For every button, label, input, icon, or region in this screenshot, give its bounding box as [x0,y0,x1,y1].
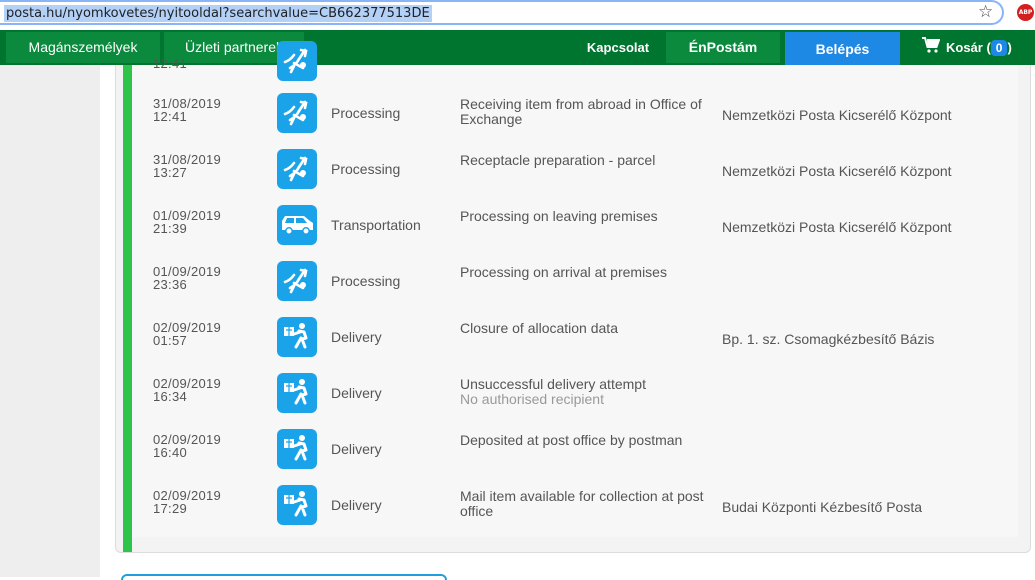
tracking-event-row: 02/09/2019 17:29 Delivery Mail item availab… [132,485,1018,541]
tracking-events-list: 12:41 31/08/2019 12:41 Processing Receiving… [132,41,1018,537]
event-description-text: Processing on leaving premises [460,208,658,224]
event-time: 16:40 [153,445,188,460]
event-type: Processing [331,161,401,177]
event-time: 23:36 [153,277,188,292]
event-datetime: 01/09/2019 21:39 [153,209,243,235]
tracking-event-row: 02/09/2019 16:34 Delivery Unsuccessful deli… [132,373,1018,429]
event-time: 01:57 [153,333,188,348]
event-description: Unsuccessful delivery attempt No authoris… [460,377,710,407]
processing-icon [277,261,317,301]
bottom-action-button[interactable] [121,574,447,580]
event-location: Bp. 1. sz. Csomagkézbesítő Bázis [722,331,935,347]
nav-link-contact[interactable]: Kapcsolat [580,32,656,63]
event-time: 17:29 [153,501,188,516]
processing-icon [277,93,317,133]
browser-toolbar: posta.hu/nyomkovetes/nyitooldal?searchva… [0,0,1035,28]
event-description-text: Unsuccessful delivery attempt [460,376,646,392]
event-datetime: 02/09/2019 16:40 [153,433,243,459]
tracking-event-row: 01/09/2019 21:39 Transportation Processing … [132,205,1018,261]
adblock-extension-icon[interactable]: ABP [1017,4,1034,21]
nav-tab-private[interactable]: Magánszemélyek [6,32,160,63]
transportation-icon [277,205,317,245]
tracking-event-row: 31/08/2019 13:27 Processing Receptacle prep… [132,149,1018,205]
tracking-event-row: 01/09/2019 23:36 Processing Processing on a… [132,261,1018,317]
event-location: Nemzetközi Posta Kicserélő Központ [722,107,952,123]
event-time: 13:27 [153,165,188,180]
star-icon[interactable]: ☆ [978,3,993,21]
event-datetime: 02/09/2019 16:34 [153,377,243,403]
event-description-text: Processing on arrival at premises [460,264,667,280]
event-description-text: Receptacle preparation - parcel [460,152,656,168]
event-description: Processing on arrival at premises [460,265,710,280]
event-description: Receptacle preparation - parcel [460,153,710,168]
event-description-text: Mail item available for collection at po… [460,488,704,519]
delivery-icon [277,373,317,413]
event-time: 16:34 [153,389,188,404]
delivery-icon [277,485,317,525]
event-type: Delivery [331,385,382,401]
event-type: Delivery [331,441,382,457]
event-time: 21:39 [153,221,188,236]
event-datetime: 31/08/2019 13:27 [153,153,243,179]
tracking-event-row: 31/08/2019 12:41 Processing Receiving item … [132,93,1018,149]
event-description: Mail item available for collection at po… [460,489,710,519]
event-datetime: 02/09/2019 01:57 [153,321,243,347]
delivery-icon [277,317,317,357]
event-description: Processing on leaving premises [460,209,710,224]
processing-icon [277,149,317,189]
processing-icon [277,41,317,81]
event-datetime: 01/09/2019 23:36 [153,265,243,291]
event-description-text: Deposited at post office by postman [460,432,683,448]
left-gutter [0,65,100,577]
event-location: Nemzetközi Posta Kicserélő Központ [722,219,952,235]
event-location: Nemzetközi Posta Kicserélő Központ [722,163,952,179]
partial-event-time: 12:41 [153,56,188,71]
cart-label-close: ) [1007,40,1012,55]
url-text[interactable]: posta.hu/nyomkovetes/nyitooldal?searchva… [4,5,432,22]
event-description: Closure of allocation data [460,321,710,336]
cart-icon [922,33,941,64]
tracking-event-row: 02/09/2019 16:40 Delivery Deposited at post… [132,429,1018,485]
status-indicator-bar [123,65,132,552]
event-type: Transportation [331,217,421,233]
event-description-subtext: No authorised recipient [460,391,604,407]
event-description: Deposited at post office by postman [460,433,710,448]
event-type: Delivery [331,497,382,513]
tracking-event-row: 02/09/2019 01:57 Delivery Closure of alloca… [132,317,1018,373]
event-type: Processing [331,105,401,121]
login-button[interactable]: Belépés [785,32,900,67]
event-datetime: 02/09/2019 17:29 [153,489,243,515]
delivery-icon [277,429,317,469]
event-location: Budai Központi Kézbesítő Posta [722,499,923,515]
event-datetime: 31/08/2019 12:41 [153,97,243,123]
event-description-text: Closure of allocation data [460,320,618,336]
event-time: 12:41 [153,109,188,124]
event-description-text: Receiving item from abroad in Office of … [460,96,702,127]
event-type: Delivery [331,329,382,345]
event-description: Receiving item from abroad in Office of … [460,97,710,127]
cart-label: Kosár ( [946,40,991,55]
cart-button[interactable]: Kosár (0) [922,32,1012,63]
event-type: Processing [331,273,401,289]
nav-tab-enpostam[interactable]: ÉnPostám [666,32,780,63]
address-bar[interactable]: posta.hu/nyomkovetes/nyitooldal?searchva… [0,0,1004,25]
cart-count-badge: 0 [990,40,1008,56]
